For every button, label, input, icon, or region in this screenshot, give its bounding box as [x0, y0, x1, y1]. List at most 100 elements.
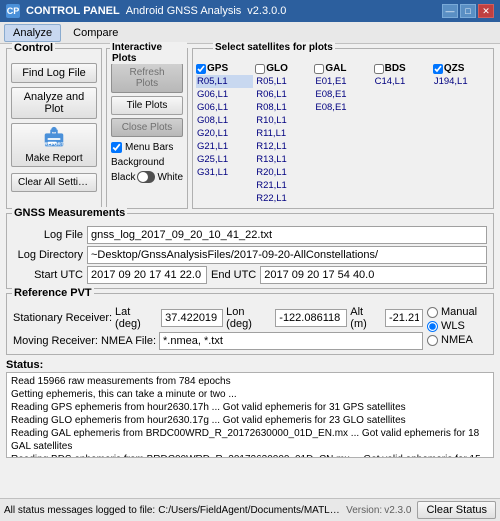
menu-bars-label: Menu Bars — [125, 142, 173, 153]
menu-bars-checkbox[interactable] — [111, 142, 122, 153]
gps-item[interactable]: G20,L1 — [196, 127, 253, 140]
log-file-input[interactable] — [87, 226, 487, 244]
log-dir-input[interactable] — [87, 246, 487, 264]
log-file-path: C:/Users/FieldAgent/Documents/MATLABstat… — [158, 505, 346, 516]
nmea-radio-row: NMEA — [427, 334, 487, 346]
status-line: Read 15966 raw measurements from 784 epo… — [11, 375, 489, 388]
lon-input[interactable] — [275, 309, 347, 327]
log-file-bottom-label: All status messages logged to file: — [4, 505, 155, 516]
qzs-checkbox[interactable] — [433, 64, 443, 74]
background-toggle[interactable] — [137, 171, 155, 183]
moving-label: Moving Receiver: — [13, 335, 98, 347]
maximize-button[interactable]: □ — [460, 4, 476, 18]
menu-analyze[interactable]: Analyze — [4, 24, 61, 42]
nmea-radio-label: NMEA — [441, 334, 473, 346]
alt-input[interactable] — [385, 309, 423, 327]
gps-checkbox[interactable] — [196, 64, 206, 74]
pvt-left: Stationary Receiver: Lat (deg) Lon (deg)… — [13, 306, 423, 350]
black-label: Black — [111, 172, 135, 183]
app-name: CONTROL PANEL — [26, 5, 120, 17]
gps-item[interactable]: G25,L1 — [196, 153, 253, 166]
log-file-label: Log File — [13, 229, 83, 241]
wls-radio[interactable] — [427, 321, 438, 332]
bds-item[interactable]: C14,L1 — [374, 75, 431, 88]
minimize-button[interactable]: — — [442, 4, 458, 18]
gps-items: R05,L1 G06,L1 G06,L1 G08,L1 G20,L1 G21,L… — [196, 75, 253, 179]
menu-bar: Analyze Compare — [0, 22, 500, 44]
clear-all-settings-button[interactable]: Clear All Settings — [11, 173, 97, 192]
glo-item[interactable]: R20,L1 — [255, 166, 312, 179]
lat-input[interactable] — [161, 309, 223, 327]
start-utc-input[interactable] — [87, 266, 207, 284]
gal-item[interactable]: E01,E1 — [314, 75, 371, 88]
reference-pvt-section: Reference PVT Stationary Receiver: Lat (… — [6, 293, 494, 355]
manual-radio[interactable] — [427, 307, 438, 318]
make-report-icon: REPORT — [40, 126, 68, 152]
status-section: Status: Read 15966 raw measurements from… — [6, 359, 494, 458]
control-section-label: Control — [12, 42, 55, 54]
sat-col-bds: BDS C14,L1 — [374, 63, 431, 205]
gps-item[interactable]: G06,L1 — [196, 101, 253, 114]
glo-item[interactable]: R10,L1 — [255, 114, 312, 127]
status-line: Reading GLO ephemeris from hour2630.17g … — [11, 414, 489, 427]
bds-checkbox[interactable] — [374, 64, 384, 74]
glo-item[interactable]: R06,L1 — [255, 88, 312, 101]
window-controls: — □ ✕ — [442, 4, 494, 18]
glo-item[interactable]: R11,L1 — [255, 127, 312, 140]
bottom-bar: All status messages logged to file: C:/U… — [0, 498, 500, 521]
reference-pvt-label: Reference PVT — [12, 287, 94, 299]
stationary-row: Stationary Receiver: Lat (deg) Lon (deg)… — [13, 306, 423, 330]
qzs-item[interactable]: J194,L1 — [433, 75, 490, 88]
title-bar-left: CP CONTROL PANEL Android GNSS Analysis v… — [6, 4, 286, 18]
gal-label: GAL — [325, 63, 346, 74]
gps-label: GPS — [207, 63, 228, 74]
tile-plots-button[interactable]: Tile Plots — [111, 96, 183, 115]
gps-item[interactable]: G06,L1 — [196, 88, 253, 101]
gps-item[interactable]: R05,L1 — [196, 75, 253, 88]
gps-item[interactable]: G21,L1 — [196, 140, 253, 153]
gps-item[interactable]: G08,L1 — [196, 114, 253, 127]
svg-text:REPORT: REPORT — [44, 142, 63, 147]
datetime-row: Start UTC End UTC — [13, 266, 487, 284]
close-plots-button[interactable]: Close Plots — [111, 118, 183, 137]
white-label: White — [157, 172, 183, 183]
glo-item[interactable]: R05,L1 — [255, 75, 312, 88]
glo-item[interactable]: R13,L1 — [255, 153, 312, 166]
start-utc-label: Start UTC — [13, 269, 83, 281]
version-bottom-label: Version: — [346, 505, 382, 516]
version-title: v2.3.0.0 — [247, 5, 286, 17]
app-icon: CP — [6, 4, 20, 18]
nmea-radio[interactable] — [427, 335, 438, 346]
glo-item[interactable]: R08,L1 — [255, 101, 312, 114]
clear-status-button[interactable]: Clear Status — [417, 501, 496, 519]
glo-item[interactable]: R12,L1 — [255, 140, 312, 153]
lat-label: Lat (deg) — [115, 306, 158, 330]
status-line: Reading GPS ephemeris from hour2630.17h … — [11, 401, 489, 414]
menu-compare[interactable]: Compare — [65, 25, 126, 41]
glo-label: GLO — [266, 63, 288, 74]
gal-item[interactable]: E08,E1 — [314, 88, 371, 101]
refresh-plots-button[interactable]: Refresh Plots — [111, 63, 183, 93]
find-log-button[interactable]: Find Log File — [11, 63, 97, 83]
end-utc-input[interactable] — [260, 266, 487, 284]
nmea-file-input[interactable] — [159, 332, 423, 350]
glo-item[interactable]: R22,L1 — [255, 192, 312, 205]
title-bar: CP CONTROL PANEL Android GNSS Analysis v… — [0, 0, 500, 22]
gps-item[interactable]: G31,L1 — [196, 166, 253, 179]
nmea-file-label: NMEA File: — [101, 335, 156, 347]
close-button[interactable]: ✕ — [478, 4, 494, 18]
wls-radio-label: WLS — [441, 320, 465, 332]
glo-item[interactable]: R21,L1 — [255, 179, 312, 192]
analyze-plot-button[interactable]: Analyze and Plot — [11, 87, 97, 119]
status-line: Getting ephemeris, this can take a minut… — [11, 388, 489, 401]
make-report-button[interactable]: REPORT Make Report — [11, 123, 97, 167]
sat-col-qzs: QZS J194,L1 — [433, 63, 490, 205]
qzs-items: J194,L1 — [433, 75, 490, 88]
wls-radio-row: WLS — [427, 320, 487, 332]
status-content[interactable]: Read 15966 raw measurements from 784 epo… — [6, 372, 494, 458]
gal-item[interactable]: E08,E1 — [314, 101, 371, 114]
pvt-content: Stationary Receiver: Lat (deg) Lon (deg)… — [13, 306, 487, 350]
gal-checkbox[interactable] — [314, 64, 324, 74]
glo-checkbox[interactable] — [255, 64, 265, 74]
radio-group: Manual WLS NMEA — [427, 306, 487, 350]
